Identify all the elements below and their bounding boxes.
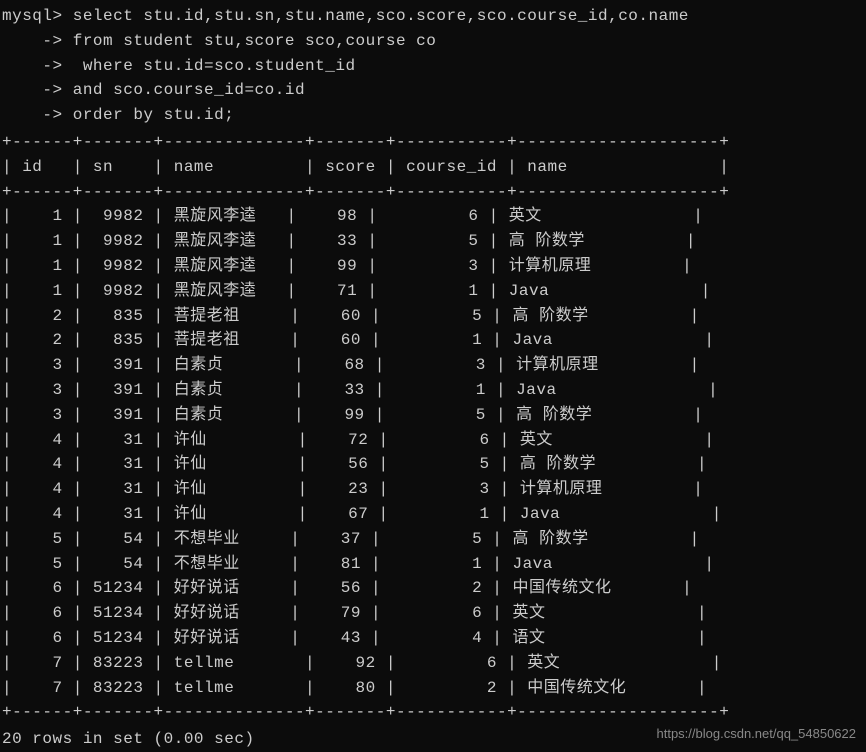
query-text-4: and sco.course_id=co.id bbox=[63, 81, 305, 99]
table-body: | 1 | 9982 | 黑旋风李逵 | 98 | 6 | 英文 || 1 | … bbox=[2, 204, 864, 700]
query-text-3: where stu.id=sco.student_id bbox=[63, 57, 356, 75]
table-row: | 6 | 51234 | 好好说话 | 43 | 4 | 语文 | bbox=[2, 626, 864, 651]
table-row: | 2 | 835 | 菩提老祖 | 60 | 1 | Java | bbox=[2, 328, 864, 353]
table-row: | 1 | 9982 | 黑旋风李逵 | 33 | 5 | 高 阶数学 | bbox=[2, 229, 864, 254]
table-row: | 4 | 31 | 许仙 | 72 | 6 | 英文 | bbox=[2, 428, 864, 453]
table-row: | 5 | 54 | 不想毕业 | 81 | 1 | Java | bbox=[2, 552, 864, 577]
table-row: | 3 | 391 | 白素贞 | 33 | 1 | Java | bbox=[2, 378, 864, 403]
table-row: | 1 | 9982 | 黑旋风李逵 | 99 | 3 | 计算机原理 | bbox=[2, 254, 864, 279]
table-row: | 2 | 835 | 菩提老祖 | 60 | 5 | 高 阶数学 | bbox=[2, 304, 864, 329]
table-row: | 1 | 9982 | 黑旋风李逵 | 71 | 1 | Java | bbox=[2, 279, 864, 304]
table-border-top: +------+-------+--------------+-------+-… bbox=[2, 130, 864, 155]
table-row: | 7 | 83223 | tellme | 80 | 2 | 中国传统文化 | bbox=[2, 676, 864, 701]
query-line-4: -> and sco.course_id=co.id bbox=[2, 78, 864, 103]
continuation-prompt: -> bbox=[2, 32, 63, 50]
table-header-row: | id | sn | name | score | course_id | n… bbox=[2, 155, 864, 180]
query-text-1: select stu.id,stu.sn,stu.name,sco.score,… bbox=[63, 7, 689, 25]
table-row: | 4 | 31 | 许仙 | 56 | 5 | 高 阶数学 | bbox=[2, 452, 864, 477]
mysql-prompt: mysql> bbox=[2, 7, 63, 25]
continuation-prompt: -> bbox=[2, 106, 63, 124]
query-text-2: from student stu,score sco,course co bbox=[63, 32, 437, 50]
table-row: | 6 | 51234 | 好好说话 | 56 | 2 | 中国传统文化 | bbox=[2, 576, 864, 601]
table-row: | 3 | 391 | 白素贞 | 99 | 5 | 高 阶数学 | bbox=[2, 403, 864, 428]
table-border-mid: +------+-------+--------------+-------+-… bbox=[2, 180, 864, 205]
query-line-1: mysql> select stu.id,stu.sn,stu.name,sco… bbox=[2, 4, 864, 29]
continuation-prompt: -> bbox=[2, 57, 63, 75]
table-row: | 4 | 31 | 许仙 | 23 | 3 | 计算机原理 | bbox=[2, 477, 864, 502]
result-table: +------+-------+--------------+-------+-… bbox=[2, 130, 864, 725]
table-row: | 4 | 31 | 许仙 | 67 | 1 | Java | bbox=[2, 502, 864, 527]
table-row: | 7 | 83223 | tellme | 92 | 6 | 英文 | bbox=[2, 651, 864, 676]
terminal-output: mysql> select stu.id,stu.sn,stu.name,sco… bbox=[2, 4, 864, 752]
table-row: | 3 | 391 | 白素贞 | 68 | 3 | 计算机原理 | bbox=[2, 353, 864, 378]
table-row: | 5 | 54 | 不想毕业 | 37 | 5 | 高 阶数学 | bbox=[2, 527, 864, 552]
table-row: | 1 | 9982 | 黑旋风李逵 | 98 | 6 | 英文 | bbox=[2, 204, 864, 229]
table-row: | 6 | 51234 | 好好说话 | 79 | 6 | 英文 | bbox=[2, 601, 864, 626]
continuation-prompt: -> bbox=[2, 81, 63, 99]
table-border-bottom: +------+-------+--------------+-------+-… bbox=[2, 700, 864, 725]
query-text-5: order by stu.id; bbox=[63, 106, 235, 124]
query-line-3: -> where stu.id=sco.student_id bbox=[2, 54, 864, 79]
watermark: https://blog.csdn.net/qq_54850622 bbox=[657, 724, 857, 744]
query-line-2: -> from student stu,score sco,course co bbox=[2, 29, 864, 54]
query-line-5: -> order by stu.id; bbox=[2, 103, 864, 128]
